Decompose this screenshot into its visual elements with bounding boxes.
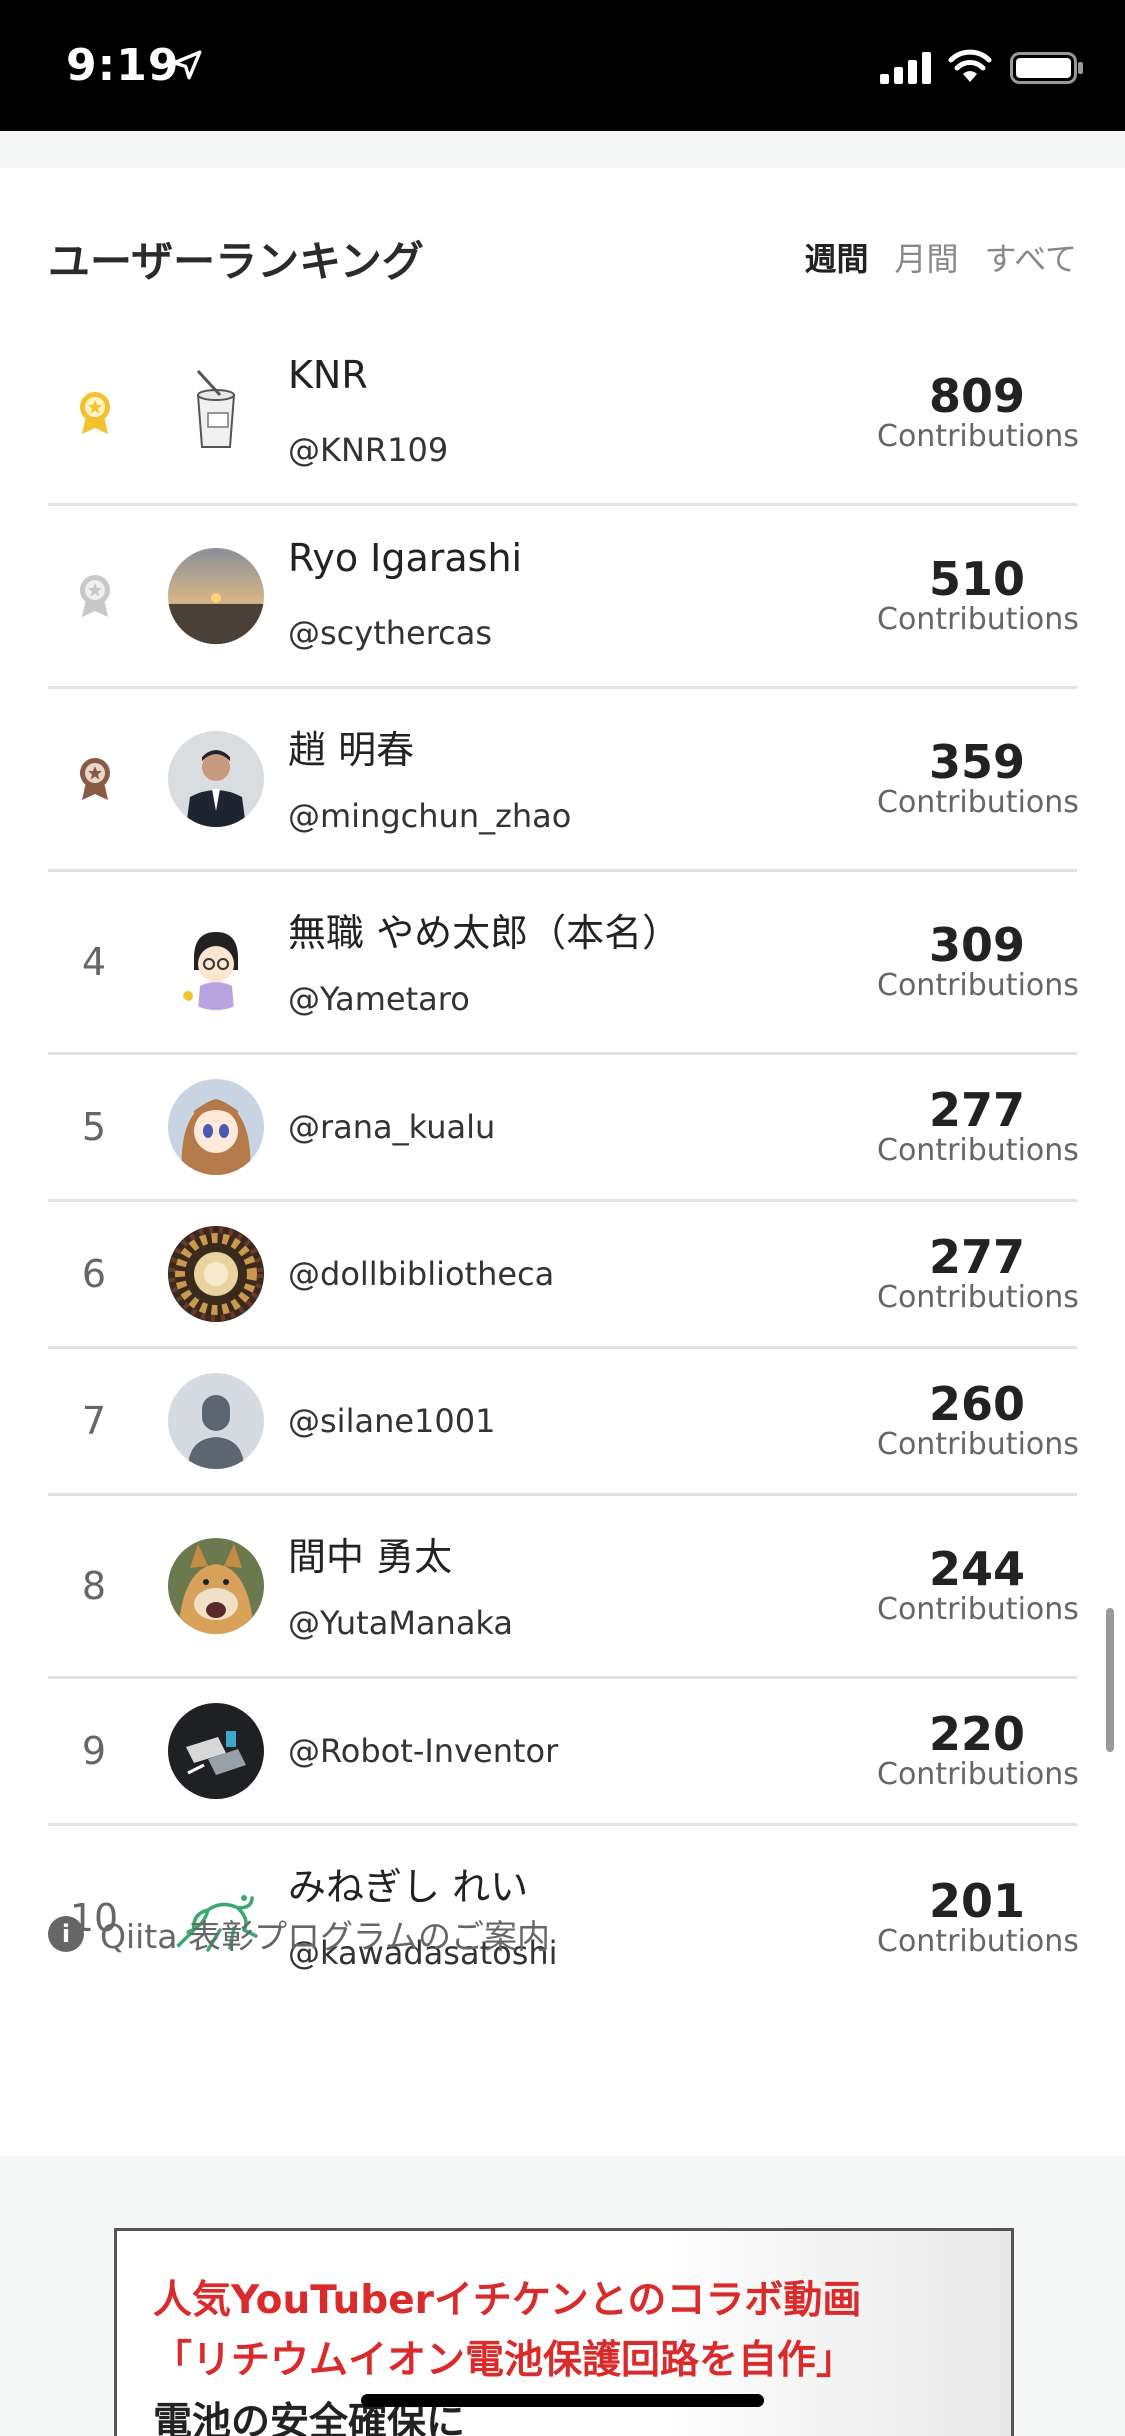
ranking-row[interactable]: 7 @silane1001 260 Contributions	[48, 1349, 1079, 1496]
status-bar: 9:19	[0, 0, 1125, 131]
default-avatar-icon[interactable]	[168, 1373, 264, 1469]
ranking-row[interactable]: 4 無職 やめ太郎（本名） @Yametaro 309 Contribution…	[48, 872, 1079, 1055]
contribution-score: 277 Contributions	[877, 1230, 1079, 1315]
award-program-link[interactable]: i Qiita 表彰プログラムのご案内	[48, 1910, 550, 1958]
score-label: Contributions	[877, 1427, 1079, 1462]
contribution-score: 277 Contributions	[877, 1083, 1079, 1168]
user-handle[interactable]: @Yametaro	[288, 980, 470, 1018]
location-arrow-icon	[172, 50, 202, 80]
avatar[interactable]	[168, 365, 264, 461]
contribution-score: 510 Contributions	[877, 552, 1079, 637]
ranking-row[interactable]: Ryo Igarashi @scythercas 510 Contributio…	[48, 506, 1079, 689]
score-label: Contributions	[877, 1280, 1079, 1315]
rank-number: 4	[81, 940, 107, 984]
user-handle[interactable]: @scythercas	[288, 614, 492, 652]
score-value: 277	[928, 1083, 1026, 1137]
ranking-period-tabs: 週間 月間 すべて	[804, 234, 1077, 280]
user-handle[interactable]: @Robot-Inventor	[288, 1732, 558, 1770]
score-label: Contributions	[877, 785, 1079, 820]
ranking-list: KNR @KNR109 809 Contributions Ryo Igaras…	[48, 323, 1079, 2009]
ad-subheadline: 「リチウムイオン電池保護回路を自作」	[153, 2338, 856, 2383]
contribution-score: 260 Contributions	[877, 1377, 1079, 1462]
user-name[interactable]: 無職 やめ太郎（本名）	[288, 902, 680, 957]
contribution-score: 809 Contributions	[877, 369, 1079, 454]
user-handle[interactable]: @YutaManaka	[288, 1604, 513, 1642]
user-ranking-card: ユーザーランキング 週間 月間 すべて KNR @KNR109 809 Cont…	[0, 168, 1125, 2156]
rank-number: 9	[81, 1729, 107, 1773]
score-value: 201	[928, 1873, 1026, 1928]
avatar[interactable]	[168, 1226, 264, 1322]
ranking-title: ユーザーランキング	[48, 237, 424, 286]
tab-all[interactable]: すべて	[985, 234, 1077, 280]
battery-icon	[1010, 52, 1083, 84]
score-value: 309	[928, 918, 1026, 972]
user-name[interactable]: みねぎし れい	[288, 1856, 528, 1911]
status-time: 9:19	[66, 40, 180, 91]
award-program-label: Qiita 表彰プログラムのご案内	[100, 1917, 550, 1956]
avatar[interactable]	[168, 548, 264, 644]
user-name[interactable]: 間中 勇太	[288, 1526, 452, 1581]
gold-medal-icon	[80, 392, 110, 434]
ranking-row[interactable]: 9 @Robot-Inventor 220 Contributions	[48, 1679, 1079, 1826]
user-handle[interactable]: @dollbibliotheca	[288, 1255, 554, 1293]
score-label: Contributions	[877, 602, 1079, 637]
score-value: 510	[928, 552, 1026, 606]
user-handle[interactable]: @rana_kualu	[288, 1108, 495, 1146]
user-handle[interactable]: @mingchun_zhao	[288, 797, 571, 835]
tab-monthly[interactable]: 月間	[895, 234, 959, 280]
user-handle[interactable]: @KNR109	[288, 431, 448, 469]
rank-number: 8	[81, 1564, 107, 1608]
contribution-score: 244 Contributions	[877, 1542, 1079, 1627]
avatar[interactable]	[168, 1538, 264, 1634]
rank-number: 7	[81, 1399, 107, 1443]
score-value: 220	[928, 1707, 1026, 1761]
ranking-row[interactable]: KNR @KNR109 809 Contributions	[48, 323, 1079, 506]
rank-number: 5	[81, 1105, 107, 1149]
user-name[interactable]: KNR	[288, 353, 368, 397]
rank-number: 6	[81, 1252, 107, 1296]
contribution-score: 359 Contributions	[877, 735, 1079, 820]
score-label: Contributions	[877, 968, 1079, 1003]
info-icon: i	[48, 1916, 84, 1952]
avatar[interactable]	[168, 1079, 264, 1175]
avatar[interactable]	[168, 914, 264, 1010]
score-value: 260	[928, 1377, 1026, 1431]
ranking-row[interactable]: 8 間中 勇太 @YutaManaka 244 Contributions	[48, 1496, 1079, 1679]
ad-headline: 人気YouTuberイチケンとのコラボ動画	[153, 2278, 862, 2323]
bronze-medal-icon	[80, 758, 110, 800]
score-label: Contributions	[877, 1923, 1079, 1959]
score-value: 359	[928, 735, 1026, 789]
score-value: 244	[928, 1542, 1026, 1596]
silver-medal-icon	[80, 575, 110, 617]
user-handle[interactable]: @silane1001	[288, 1402, 495, 1440]
cellular-signal-icon	[880, 52, 931, 84]
ranking-row[interactable]: 6 @dollbibliotheca 277 Contributions	[48, 1202, 1079, 1349]
avatar[interactable]	[168, 1703, 264, 1799]
score-label: Contributions	[877, 1133, 1079, 1168]
score-value: 277	[928, 1230, 1026, 1284]
score-value: 809	[928, 369, 1026, 423]
score-label: Contributions	[877, 1592, 1079, 1627]
contribution-score: 220 Contributions	[877, 1707, 1079, 1792]
contribution-score: 201 Contributions	[877, 1873, 1079, 1959]
user-name[interactable]: Ryo Igarashi	[288, 536, 522, 580]
contribution-score: 309 Contributions	[877, 918, 1079, 1003]
tab-weekly[interactable]: 週間	[804, 234, 868, 280]
user-name[interactable]: 趙 明春	[288, 719, 414, 774]
score-label: Contributions	[877, 1757, 1079, 1792]
home-indicator[interactable]	[361, 2394, 764, 2407]
scrollbar-thumb[interactable]	[1106, 1608, 1114, 1752]
score-label: Contributions	[877, 419, 1079, 454]
ranking-row[interactable]: 趙 明春 @mingchun_zhao 359 Contributions	[48, 689, 1079, 872]
wifi-icon	[948, 49, 992, 82]
ranking-row[interactable]: 5 @rana_kualu 277 Contributions	[48, 1055, 1079, 1202]
avatar[interactable]	[168, 731, 264, 827]
